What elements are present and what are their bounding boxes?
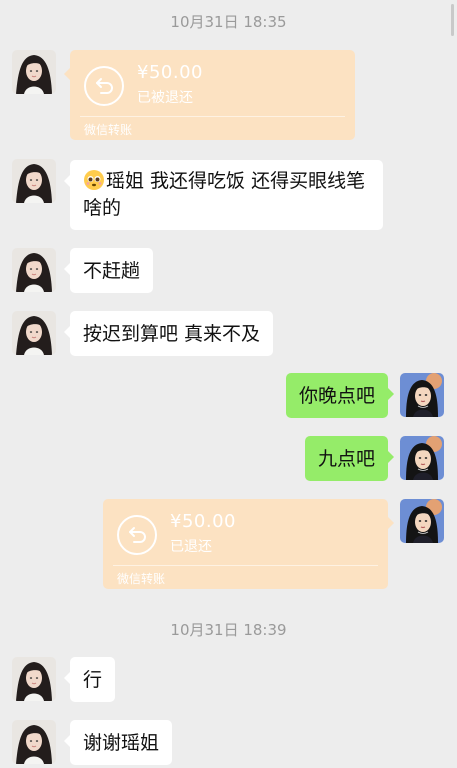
- contact-avatar[interactable]: [12, 720, 56, 764]
- contact-avatar[interactable]: [12, 50, 56, 94]
- return-arrow-icon: [84, 66, 124, 106]
- contact-avatar[interactable]: [12, 248, 56, 292]
- transfer-status: 已退还: [170, 539, 212, 555]
- message-bubble[interactable]: 行: [63, 657, 116, 702]
- contact-avatar[interactable]: [12, 311, 56, 355]
- return-arrow-icon: [117, 515, 157, 555]
- transfer-amount: ¥50.00: [137, 62, 203, 83]
- my-avatar[interactable]: [400, 436, 444, 480]
- message-text: 不赶趟: [83, 260, 141, 282]
- pleading-face-emoji-icon: [83, 169, 105, 191]
- transfer-status: 已被退还: [137, 90, 193, 106]
- my-avatar[interactable]: [400, 373, 444, 417]
- timestamp: 10月31日 18:39: [170, 621, 287, 639]
- message-bubble[interactable]: 谢谢瑶姐: [63, 720, 173, 765]
- message-text: 行: [83, 669, 103, 691]
- transfer-divider: [80, 116, 345, 117]
- message-bubble-sent[interactable]: 九点吧: [304, 436, 395, 481]
- message-bubble[interactable]: 不赶趟: [63, 248, 154, 293]
- message-bubble[interactable]: 按迟到算吧 真来不及: [63, 311, 274, 356]
- contact-avatar[interactable]: [12, 159, 56, 203]
- transfer-amount: ¥50.00: [170, 511, 236, 532]
- timestamp: 10月31日 18:35: [170, 13, 287, 31]
- transfer-divider: [113, 565, 378, 566]
- transfer-card[interactable]: ¥50.00 已退还 微信转账: [103, 499, 394, 589]
- transfer-card[interactable]: ¥50.00 已被退还 微信转账: [64, 50, 355, 140]
- transfer-brand: 微信转账: [84, 123, 133, 137]
- message-text: 瑶姐 我还得吃饭 还得买眼线笔啥的: [83, 170, 366, 219]
- transfer-brand: 微信转账: [117, 572, 166, 586]
- message-text: 谢谢瑶姐: [83, 732, 160, 754]
- message-bubble-sent[interactable]: 你晚点吧: [285, 373, 395, 418]
- my-avatar[interactable]: [400, 499, 444, 543]
- message-text: 九点吧: [317, 448, 375, 470]
- contact-avatar[interactable]: [12, 657, 56, 701]
- message-bubble[interactable]: 瑶姐 我还得吃饭 还得买眼线笔啥的: [64, 160, 383, 230]
- message-text: 你晚点吧: [298, 385, 375, 407]
- message-text: 按迟到算吧 真来不及: [83, 323, 261, 345]
